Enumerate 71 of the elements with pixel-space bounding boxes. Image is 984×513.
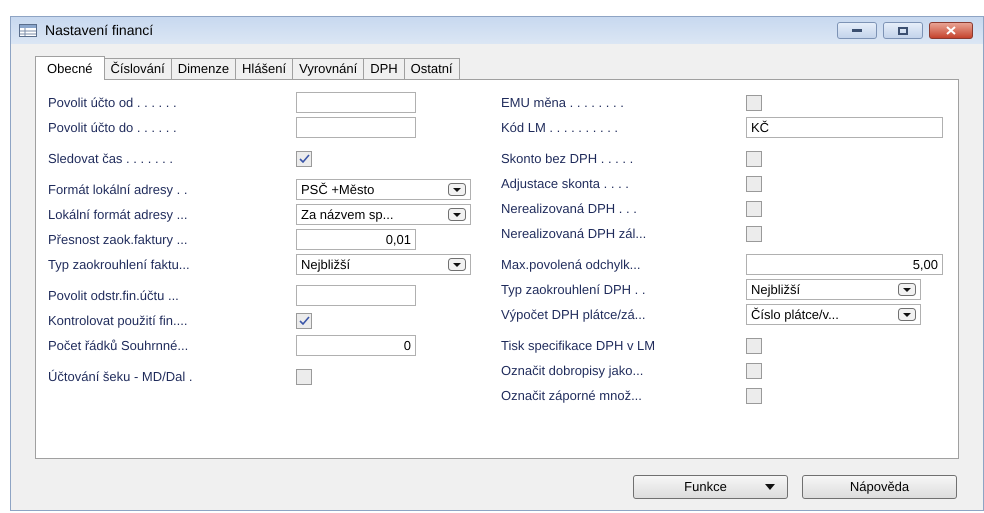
- window-title: Nastavení financí: [45, 21, 154, 40]
- dropdown[interactable]: Nejbližší: [746, 279, 921, 300]
- field-label: Typ zaokrouhlení DPH . .: [501, 280, 647, 299]
- field-label: Povolit účto do . . . . . .: [48, 118, 178, 137]
- field-label: Formát lokální adresy . .: [48, 180, 188, 199]
- minimize-icon: [852, 29, 862, 32]
- checkbox[interactable]: [746, 388, 762, 404]
- field-label: Počet řádků Souhrnné...: [48, 336, 190, 355]
- checkmark-icon: [298, 154, 310, 163]
- field-label: Max.povolená odchylk...: [501, 256, 642, 274]
- maximize-icon: [898, 26, 908, 34]
- checkbox[interactable]: [296, 312, 312, 328]
- checkbox[interactable]: [746, 94, 762, 110]
- tab[interactable]: Ostatní: [404, 58, 460, 79]
- minimize-button[interactable]: [837, 22, 877, 39]
- field-label: Nerealizovaná DPH zál...: [501, 224, 648, 243]
- field-label: Kód LM . . . . . . . . . .: [501, 118, 620, 137]
- field-label: Typ zaokrouhlení faktu...: [48, 256, 191, 274]
- dropdown[interactable]: Číslo plátce/v...: [746, 304, 921, 325]
- field-label: Skonto bez DPH . . . . .: [501, 150, 634, 168]
- field-label: Výpočet DPH plátce/zá...: [501, 306, 647, 324]
- checkbox[interactable]: [746, 150, 762, 166]
- field-label: Adjustace skonta . . . .: [501, 174, 630, 193]
- tab[interactable]: Vyrovnání: [293, 58, 364, 79]
- maximize-button[interactable]: [883, 22, 923, 39]
- field-label: Povolit účto od . . . . . .: [48, 94, 178, 112]
- checkbox[interactable]: [746, 226, 762, 242]
- checkbox[interactable]: [296, 150, 312, 166]
- field-label: Účtování šeku - MD/Dal .: [48, 368, 194, 386]
- caret-icon: [765, 484, 775, 490]
- dropdown-value: Číslo plátce/v...: [751, 306, 840, 324]
- field-label: Povolit odstr.fin.účtu ...: [48, 286, 180, 305]
- field-label: Označit dobropisy jako...: [501, 362, 644, 380]
- checkbox[interactable]: [746, 176, 762, 192]
- button[interactable]: Funkce: [633, 475, 788, 499]
- dropdown[interactable]: PSČ +Město: [296, 179, 471, 200]
- tab[interactable]: Dimenze: [172, 58, 236, 79]
- input-field[interactable]: KČ: [746, 117, 943, 138]
- input-field[interactable]: [296, 117, 416, 138]
- input-field[interactable]: [296, 285, 416, 306]
- input-field[interactable]: 0,01: [296, 229, 416, 250]
- tab[interactable]: Číslování: [104, 58, 172, 79]
- field-label: EMU měna . . . . . . . .: [501, 94, 625, 112]
- field-label: Tisk specifikace DPH v LM: [501, 336, 656, 355]
- tab[interactable]: DPH: [364, 58, 405, 79]
- dropdown[interactable]: Za názvem sp...: [296, 204, 471, 225]
- checkbox[interactable]: [746, 338, 762, 354]
- dropdown-value: PSČ +Město: [301, 180, 376, 199]
- dropdown-value: Za názvem sp...: [301, 206, 394, 224]
- checkbox[interactable]: [746, 200, 762, 216]
- checkbox[interactable]: [296, 368, 312, 384]
- field-label: Přesnost zaok.faktury ...: [48, 230, 188, 249]
- input-field[interactable]: 0: [296, 335, 416, 356]
- field-label: Nerealizovaná DPH . . .: [501, 200, 638, 218]
- checkbox[interactable]: [746, 362, 762, 378]
- dropdown-value: Nejbližší: [301, 256, 352, 274]
- field-label: Lokální formát adresy ...: [48, 206, 188, 224]
- input-field[interactable]: 5,00: [746, 254, 943, 275]
- field-label: Kontrolovat použití fin....: [48, 312, 188, 330]
- close-button[interactable]: [929, 22, 973, 39]
- table-icon: [19, 24, 37, 37]
- close-icon: [946, 26, 956, 35]
- dropdown-value: Nejbližší: [751, 280, 802, 299]
- field-label: Označit záporné množ...: [501, 386, 643, 405]
- checkmark-icon: [298, 316, 310, 325]
- button[interactable]: Nápověda: [802, 475, 957, 499]
- input-field[interactable]: [296, 92, 416, 113]
- field-label: Sledovat čas . . . . . . .: [48, 150, 174, 168]
- tab[interactable]: Obecné: [35, 56, 105, 80]
- dropdown[interactable]: Nejbližší: [296, 254, 471, 275]
- tab[interactable]: Hlášení: [236, 58, 294, 79]
